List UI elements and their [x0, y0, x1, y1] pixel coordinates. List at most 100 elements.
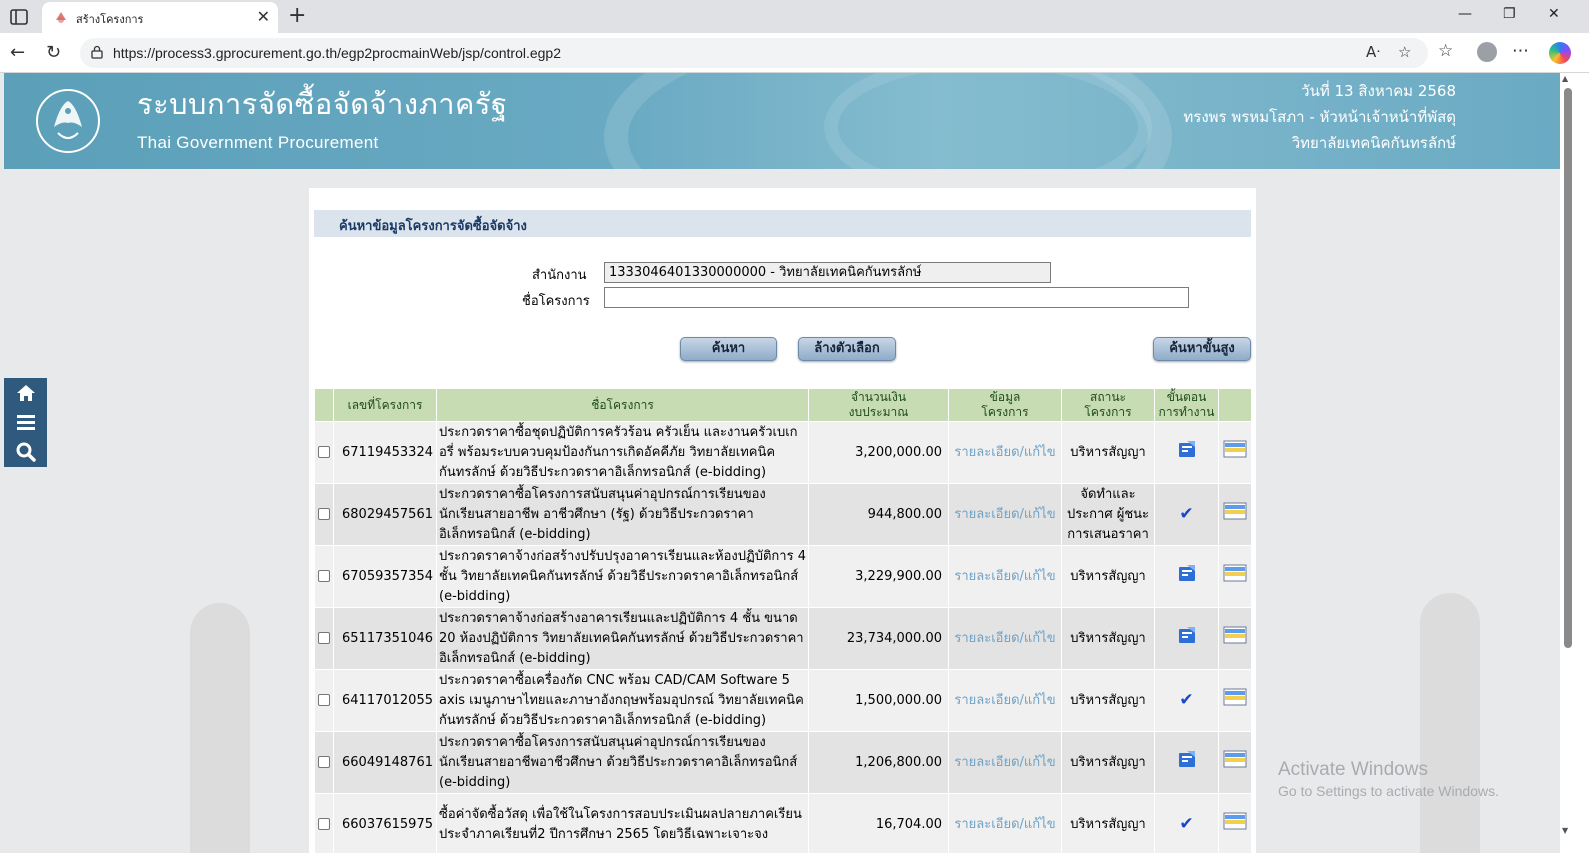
favorite-star-icon[interactable]: ☆ [1398, 43, 1411, 61]
workflow-step-button[interactable] [1154, 607, 1219, 670]
menu-icon [16, 415, 35, 430]
detail-edit-link[interactable]: รายละเอียด/แก้ไข [948, 731, 1062, 794]
col-doc [1218, 388, 1252, 422]
search-nav-button[interactable] [4, 437, 47, 467]
minimize-icon[interactable]: — [1458, 6, 1472, 22]
document-button[interactable] [1218, 607, 1252, 670]
row-select-cell [314, 607, 334, 670]
row-select-cell [314, 793, 334, 853]
more-menu-icon[interactable]: ⋯ [1512, 41, 1529, 61]
workflow-step-button[interactable] [1154, 421, 1219, 484]
budget-amount: 3,229,900.00 [808, 545, 949, 608]
col-project-no: เลขที่โครงการ [333, 388, 437, 422]
check-icon: ✔ [1179, 689, 1194, 710]
project-name-input[interactable] [604, 287, 1189, 308]
row-checkbox[interactable] [318, 569, 330, 582]
workflow-step-button[interactable] [1154, 731, 1219, 794]
project-name: ซื้อค่าจัดซื้อวัสดุ เพื่อใช้ในโครงการสอบ… [436, 793, 809, 853]
table-row: 65117351046 ประกวดราคาจ้างก่อสร้างอาคารเร… [314, 607, 1252, 670]
detail-edit-link[interactable]: รายละเอียด/แก้ไข [948, 669, 1062, 732]
document-button[interactable] [1218, 421, 1252, 484]
detail-edit-link[interactable]: รายละเอียด/แก้ไข [948, 545, 1062, 608]
refresh-icon[interactable]: ↻ [46, 42, 61, 63]
user-name: ทรงพร พรหมโสภา - หัวหน้าเจ้าหน้าที่พัสดุ [1183, 108, 1456, 126]
background-decoration [190, 603, 250, 853]
favorites-icon[interactable]: ☆ [1438, 41, 1453, 61]
scroll-thumb[interactable] [1564, 88, 1572, 648]
document-button[interactable] [1218, 793, 1252, 853]
document-button[interactable] [1218, 669, 1252, 732]
workflow-step-button[interactable]: ✔ [1154, 483, 1219, 546]
document-icon [1223, 688, 1247, 706]
workflow-step-button[interactable]: ✔ [1154, 669, 1219, 732]
scroll-up-icon[interactable]: ▲ [1562, 74, 1568, 83]
comptroller-logo-icon [36, 89, 100, 153]
project-status: บริหารสัญญา [1061, 669, 1155, 732]
workflow-step-button[interactable]: ✔ [1154, 793, 1219, 853]
url-field[interactable]: https://process3.gprocurement.go.th/egp2… [80, 38, 1428, 68]
document-icon [1223, 812, 1247, 830]
sidebar-toggle-icon[interactable] [8, 6, 30, 28]
read-aloud-icon[interactable]: Aᐧ [1366, 43, 1380, 61]
project-status: บริหารสัญญา [1061, 545, 1155, 608]
project-name: ประกวดราคาซื้อเครื่องกัด CNC พร้อม CAD/C… [436, 669, 809, 732]
project-name: ประกวดราคาจ้างก่อสร้างปรับปรุงอาคารเรียน… [436, 545, 809, 608]
document-button[interactable] [1218, 545, 1252, 608]
check-icon: ✔ [1179, 813, 1194, 834]
site-header: ระบบการจัดซื้อจัดจ้างภาครัฐ Thai Governm… [4, 73, 1560, 169]
project-status: จัดทำและประกาศ ผู้ชนะการเสนอราคา [1061, 483, 1155, 546]
document-button[interactable] [1218, 483, 1252, 546]
copilot-icon[interactable] [1549, 42, 1571, 64]
project-status: บริหารสัญญา [1061, 731, 1155, 794]
row-select-cell [314, 421, 334, 484]
detail-edit-link[interactable]: รายละเอียด/แก้ไข [948, 793, 1062, 853]
tab-close-icon[interactable]: ✕ [257, 7, 270, 26]
new-tab-icon[interactable]: + [288, 3, 306, 28]
budget-amount: 1,206,800.00 [808, 731, 949, 794]
row-select-cell [314, 669, 334, 732]
document-icon [1223, 440, 1247, 458]
document-icon [1223, 750, 1247, 768]
detail-edit-link[interactable]: รายละเอียด/แก้ไข [948, 607, 1062, 670]
row-checkbox[interactable] [318, 755, 330, 768]
back-icon[interactable]: ← [10, 42, 25, 63]
row-checkbox[interactable] [318, 817, 330, 830]
site-info-icon[interactable] [90, 45, 104, 59]
workflow-step-button[interactable] [1154, 545, 1219, 608]
col-budget: จำนวนเงิน งบประมาณ [808, 388, 949, 422]
profile-avatar[interactable] [1477, 42, 1497, 62]
menu-button[interactable] [4, 407, 47, 437]
detail-edit-link[interactable]: รายละเอียด/แก้ไข [948, 421, 1062, 484]
table-row: 68029457561 ประกวดราคาซื้อโครงการสนับสนุน… [314, 483, 1252, 546]
row-checkbox[interactable] [318, 631, 330, 644]
restore-icon[interactable]: ❐ [1503, 6, 1516, 22]
search-panel-title: ค้นหาข้อมูลโครงการจัดซื้อจัดจ้าง [339, 219, 527, 234]
window-close-icon[interactable]: ✕ [1548, 6, 1560, 22]
table-row: 67119453324 ประกวดราคาซื้อชุดปฏิบัติการคร… [314, 421, 1252, 484]
clear-button[interactable]: ล้างตัวเลือก [798, 337, 896, 361]
table-row: 66037615975 ซื้อค่าจัดซื้อวัสดุ เพื่อใช้ใ… [314, 793, 1252, 853]
budget-amount: 1,500,000.00 [808, 669, 949, 732]
row-checkbox[interactable] [318, 693, 330, 706]
project-status: บริหารสัญญา [1061, 793, 1155, 853]
browser-tab[interactable]: สร้างโครงการ ✕ [42, 2, 278, 33]
row-select-cell [314, 483, 334, 546]
row-select-cell [314, 545, 334, 608]
scroll-down-icon[interactable]: ▼ [1562, 826, 1568, 835]
search-button[interactable]: ค้นหา [680, 337, 777, 361]
office-label: สำนักงาน [532, 268, 587, 283]
document-button[interactable] [1218, 731, 1252, 794]
advanced-search-button[interactable]: ค้นหาขั้นสูง [1153, 337, 1251, 361]
project-status: บริหารสัญญา [1061, 421, 1155, 484]
row-checkbox[interactable] [318, 507, 330, 520]
col-project-name: ชื่อโครงการ [436, 388, 809, 422]
detail-edit-link[interactable]: รายละเอียด/แก้ไข [948, 483, 1062, 546]
home-button[interactable] [4, 378, 47, 408]
windows-activation-title: Activate Windows [1278, 759, 1428, 780]
contract-icon [1178, 750, 1195, 767]
contract-icon [1178, 440, 1195, 457]
budget-amount: 23,734,000.00 [808, 607, 949, 670]
address-bar-row: ← ↻ https://process3.gprocurement.go.th/… [0, 33, 1589, 73]
row-checkbox[interactable] [318, 445, 330, 458]
table-row: 66049148761 ประกวดราคาซื้อโครงการสนับสนุน… [314, 731, 1252, 794]
